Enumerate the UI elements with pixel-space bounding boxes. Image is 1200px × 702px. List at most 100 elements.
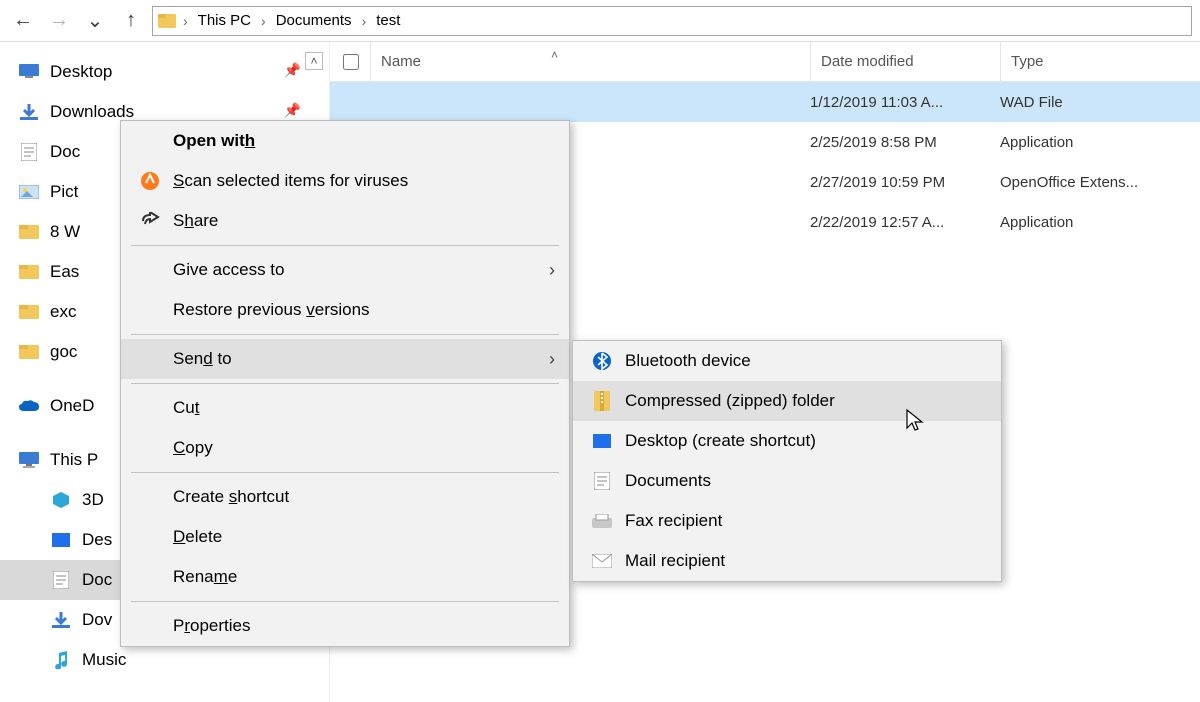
submenu-item[interactable]: Desktop (create shortcut) <box>573 421 1001 461</box>
file-type: Application <box>1000 214 1200 231</box>
submenu-item-label: Desktop (create shortcut) <box>625 431 816 451</box>
submenu-item[interactable]: Compressed (zipped) folder <box>573 381 1001 421</box>
breadcrumb-segment[interactable]: This PC <box>192 12 257 29</box>
music-icon <box>50 649 72 671</box>
menu-item-label: Cut <box>173 398 199 418</box>
sidebar-item-label: Doc <box>50 142 80 162</box>
menu-separator <box>131 383 559 384</box>
menu-item-label: Copy <box>173 438 213 458</box>
menu-item[interactable]: Rename <box>121 557 569 597</box>
menu-item[interactable]: Cut <box>121 388 569 428</box>
address-bar: ← → ⌄ ↑ › This PC › Documents › test <box>0 0 1200 42</box>
bt-icon <box>589 350 615 372</box>
menu-item[interactable]: Scan selected items for viruses <box>121 161 569 201</box>
folder-icon <box>157 11 177 31</box>
menu-item-label: Open with <box>173 131 255 151</box>
file-date: 2/27/2019 10:59 PM <box>810 174 1000 191</box>
file-row[interactable]: 1/12/2019 11:03 A...WAD File <box>330 82 1200 122</box>
3d-icon <box>50 489 72 511</box>
sidebar-item-label: Dov <box>82 610 112 630</box>
menu-item[interactable]: Properties <box>121 606 569 646</box>
breadcrumb[interactable]: › This PC › Documents › test <box>152 6 1192 36</box>
pic-icon <box>18 181 40 203</box>
menu-separator <box>131 601 559 602</box>
folder-icon <box>18 301 40 323</box>
column-header-label: Date modified <box>821 53 914 70</box>
column-header-label: Type <box>1011 53 1044 70</box>
onedrive-icon <box>18 395 40 417</box>
submenu-item-label: Documents <box>625 471 711 491</box>
submenu-item-label: Fax recipient <box>625 511 722 531</box>
menu-item[interactable]: Give access to› <box>121 250 569 290</box>
menu-item[interactable]: Delete <box>121 517 569 557</box>
column-header-date[interactable]: Date modified <box>810 42 1000 81</box>
download-icon <box>50 609 72 631</box>
breadcrumb-segment[interactable]: test <box>370 12 406 29</box>
column-header-name[interactable]: Name ˄ <box>370 42 810 81</box>
submenu-item[interactable]: Documents <box>573 461 1001 501</box>
sidebar-item-label: Downloads <box>50 102 134 122</box>
sidebar-item-label: Pict <box>50 182 78 202</box>
menu-item-label: Rename <box>173 567 237 587</box>
nav-back-button[interactable]: ← <box>8 6 38 36</box>
file-type: Application <box>1000 134 1200 151</box>
menu-item-label: Give access to <box>173 260 285 280</box>
menu-item[interactable]: Send to › <box>121 339 569 379</box>
file-date: 2/22/2019 12:57 A... <box>810 214 1000 231</box>
submenu-item-label: Compressed (zipped) folder <box>625 391 835 411</box>
thispc-icon <box>18 449 40 471</box>
menu-item-label: Properties <box>173 616 251 636</box>
folder-icon <box>18 221 40 243</box>
submenu-arrow-icon: › <box>549 349 555 370</box>
doc-icon <box>50 569 72 591</box>
context-menu: Open with Scan selected items for viruses… <box>120 120 570 647</box>
menu-item[interactable]: Share <box>121 201 569 241</box>
fax-icon <box>589 514 615 528</box>
pin-icon: 📌 <box>284 102 301 119</box>
avast-icon <box>137 171 163 191</box>
sidebar-item-label: Des <box>82 530 112 550</box>
submenu-item-label: Bluetooth device <box>625 351 751 371</box>
column-header-type[interactable]: Type <box>1000 42 1200 81</box>
sidebar-item-label: Doc <box>82 570 112 590</box>
submenu-item[interactable]: Mail recipient <box>573 541 1001 581</box>
sidebar-item[interactable]: Desktop 📌 <box>0 52 329 92</box>
menu-item-label: Scan selected items for viruses <box>173 171 408 191</box>
chevron-right-icon: › <box>181 13 190 29</box>
menu-item-label: Restore previous versions <box>173 300 370 320</box>
folder-icon <box>18 261 40 283</box>
submenu-item[interactable]: Fax recipient <box>573 501 1001 541</box>
download-icon <box>18 101 40 123</box>
sidebar-item-label: This P <box>50 450 98 470</box>
submenu-item[interactable]: Bluetooth device <box>573 341 1001 381</box>
sendto-submenu: Bluetooth device Compressed (zipped) fold… <box>572 340 1002 582</box>
sort-indicator-icon: ˄ <box>551 48 558 62</box>
desk-icon <box>589 434 615 448</box>
pin-icon: 📌 <box>284 62 301 79</box>
column-headers: Name ˄ Date modified Type <box>330 42 1200 82</box>
column-header-label: Name <box>381 53 421 70</box>
file-type: OpenOffice Extens... <box>1000 174 1200 191</box>
doc-icon <box>18 141 40 163</box>
menu-separator <box>131 334 559 335</box>
chevron-right-icon: › <box>360 13 369 29</box>
menu-item-label: Create shortcut <box>173 487 289 507</box>
nav-up-button[interactable]: ↑ <box>116 6 146 36</box>
nav-recent-button[interactable]: ⌄ <box>80 6 110 36</box>
sidebar-item-label: Desktop <box>50 62 112 82</box>
menu-item[interactable]: Restore previous versions <box>121 290 569 330</box>
menu-item-label: Delete <box>173 527 222 547</box>
sidebar-item-label: Eas <box>50 262 79 282</box>
mail-icon <box>589 554 615 568</box>
menu-item[interactable]: Create shortcut <box>121 477 569 517</box>
sidebar-item-label: 3D <box>82 490 104 510</box>
select-all-checkbox[interactable] <box>330 51 370 73</box>
desktop-icon <box>18 61 40 83</box>
submenu-item-label: Mail recipient <box>625 551 725 571</box>
breadcrumb-segment[interactable]: Documents <box>270 12 358 29</box>
menu-item-label: Send to <box>173 349 232 369</box>
menu-item[interactable]: Copy <box>121 428 569 468</box>
menu-item[interactable]: Open with <box>121 121 569 161</box>
menu-separator <box>131 472 559 473</box>
nav-forward-button[interactable]: → <box>44 6 74 36</box>
